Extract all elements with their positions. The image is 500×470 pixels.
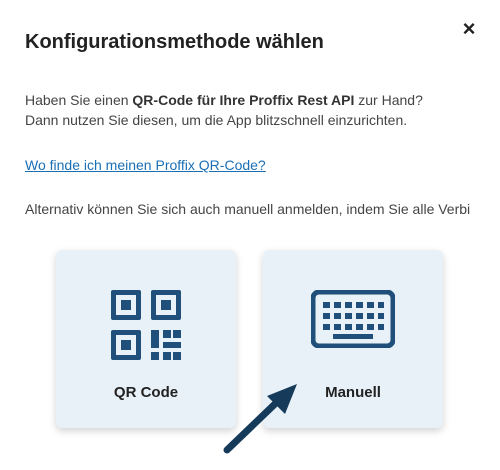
intro-line-1: Haben Sie einen QR-Code für Ihre Proffix…	[25, 90, 495, 110]
qr-code-icon	[111, 290, 181, 365]
config-method-dialog: Konfigurationsmethode wählen × Haben Sie…	[0, 0, 500, 470]
pointer-arrow-icon	[223, 384, 297, 454]
intro-text: Haben Sie einen QR-Code für Ihre Proffix…	[25, 90, 495, 130]
intro-line-2: Dann nutzen Sie diesen, um die App blitz…	[25, 112, 408, 128]
intro-line-1-pre: Haben Sie einen	[25, 92, 133, 108]
qr-help-link[interactable]: Wo finde ich meinen Proffix QR-Code?	[25, 155, 266, 175]
qr-code-option-label: QR Code	[113, 384, 179, 401]
keyboard-icon	[310, 289, 396, 353]
alternative-text: Alternativ können Sie sich auch manuell …	[25, 201, 471, 217]
dialog-title: Konfigurationsmethode wählen	[25, 31, 324, 53]
close-icon[interactable]: ×	[458, 18, 480, 40]
intro-line-1-bold: QR-Code für Ihre Proffix Rest API	[132, 92, 355, 108]
qr-code-option-card[interactable]: QR Code	[56, 250, 236, 428]
intro-line-1-post: zur Hand?	[354, 92, 423, 108]
